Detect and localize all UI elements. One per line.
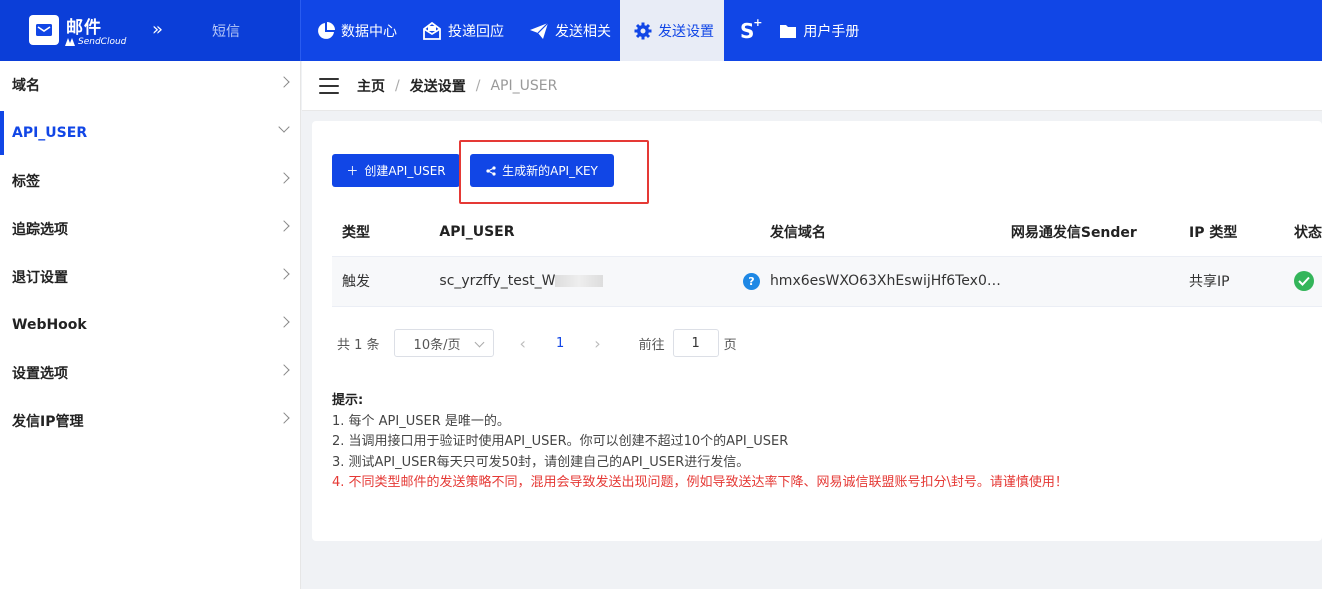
chevron-right-icon: [278, 172, 290, 184]
cell-api-user: sc_yrzffy_test_W: [429, 256, 729, 307]
folder-icon: [780, 24, 797, 38]
tips-title: 提示:: [332, 393, 364, 408]
chevron-right-icon[interactable]: ›: [594, 334, 600, 353]
page-suffix: 页: [723, 337, 737, 353]
breadcrumb-home[interactable]: 主页: [357, 76, 385, 96]
nav-label: 用户手册: [803, 23, 860, 40]
chevron-right-icon: [278, 412, 290, 424]
menu-toggle-icon[interactable]: [319, 77, 339, 94]
nav-s-plus[interactable]: S +: [724, 0, 763, 61]
chevron-right-icon: [278, 364, 290, 376]
chevron-left-icon[interactable]: ‹: [520, 334, 526, 353]
tips-section: 提示: 1. 每个 API_USER 是唯一的。 2. 当调用接口用于验证时使用…: [332, 391, 1068, 494]
sendcloud-mark-icon: [65, 38, 75, 46]
plus-icon: ＋: [346, 164, 359, 178]
check-circle-icon: [1293, 271, 1314, 291]
nav-send-related[interactable]: 发送相关: [513, 0, 620, 61]
breadcrumb-separator: /: [475, 77, 481, 94]
chevron-right-icon: [278, 316, 290, 328]
create-api-user-button[interactable]: ＋ 创建API_USER: [332, 154, 460, 187]
breadcrumb-separator: /: [395, 77, 400, 94]
tip-warning: 4. 不同类型邮件的发送策略不同，混用会导致发送出现问题，例如导致送达率下降、网…: [332, 475, 1068, 490]
sidebar-item-ip-management[interactable]: 发信IP管理: [0, 397, 300, 445]
mail-logo-icon: [29, 15, 59, 45]
api-user-table: 类型 API_USER 发信域名 网易通发信Sender IP 类型 状态 触发…: [332, 208, 1322, 307]
column-header-api-user: API_USER: [429, 208, 729, 257]
sidebar: 域名 API_USER 标签 追踪选项 退订设置 WebHook 设置选项 发信…: [0, 61, 301, 589]
column-header-sender: 网易通发信Sender: [1000, 208, 1180, 257]
column-header-ip-type: IP 类型: [1179, 208, 1284, 257]
top-header: 邮件 SendCloud » 短信 数据中心 投递回应 发送相关 发送设置 S +: [0, 0, 1322, 61]
goto-label: 前往: [638, 337, 665, 353]
share-icon: [486, 165, 496, 176]
cell-ip-type: 共享IP: [1179, 256, 1284, 307]
gear-icon: [634, 22, 652, 39]
breadcrumb: 主页 / 发送设置 / API_USER: [357, 76, 557, 96]
page-size-select[interactable]: 10条/页: [393, 329, 494, 357]
sidebar-item-domain[interactable]: 域名: [0, 61, 300, 109]
cell-type: 触发: [332, 256, 430, 307]
pie-chart-icon: [318, 21, 335, 39]
cell-sender: [1000, 256, 1180, 307]
main-nav: 数据中心 投递回应 发送相关 发送设置 S + 用户手册: [301, 0, 868, 61]
pagination: 共 1 条 10条/页 ‹ 1 › 前往 1 页: [337, 329, 737, 357]
column-header-status: 状态: [1283, 208, 1322, 257]
content-card: ＋ 创建API_USER 生成新的API_KEY 类型 API_USER 发信域…: [312, 121, 1322, 541]
pagination-current-page[interactable]: 1: [556, 336, 564, 351]
sidebar-item-api-user[interactable]: API_USER: [0, 109, 300, 157]
tip-line: 3. 测试API_USER每天只可发50封，请创建自己的API_USER进行发信…: [332, 454, 750, 470]
tip-line: 2. 当调用接口用于验证时使用API_USER。你可以创建不超过10个的API_…: [332, 434, 789, 449]
brand-title: 邮件: [66, 18, 102, 38]
column-header-domain: 发信域名: [759, 208, 1001, 257]
column-header-type: 类型: [332, 208, 430, 257]
sidebar-item-tracking[interactable]: 追踪选项: [0, 205, 300, 253]
breadcrumb-section[interactable]: 发送设置: [410, 76, 466, 96]
cell-status: [1283, 256, 1322, 307]
breadcrumb-bar: 主页 / 发送设置 / API_USER: [302, 61, 1322, 111]
mail-open-icon: [423, 21, 441, 40]
nav-user-manual[interactable]: 用户手册: [763, 0, 868, 61]
table-header-row: 类型 API_USER 发信域名 网易通发信Sender IP 类型 状态: [332, 208, 1322, 257]
redacted-mask: [555, 275, 604, 287]
nav-label: 投递回应: [448, 23, 504, 40]
goto-page-input[interactable]: 1: [672, 329, 719, 357]
sidebar-item-settings[interactable]: 设置选项: [0, 349, 300, 397]
nav-label: 发送设置: [658, 23, 714, 40]
pagination-total: 共 1 条: [337, 337, 380, 353]
paper-plane-icon: [530, 22, 549, 39]
double-chevron-icon[interactable]: »: [152, 19, 163, 40]
nav-label: 发送相关: [555, 23, 611, 40]
s-plus-icon: S +: [740, 15, 763, 43]
sidebar-item-unsubscribe[interactable]: 退订设置: [0, 253, 300, 301]
chevron-right-icon: [278, 220, 290, 232]
chevron-right-icon: [278, 76, 290, 88]
brand-sub: SendCloud: [65, 37, 126, 47]
generate-api-key-button[interactable]: 生成新的API_KEY: [470, 154, 614, 187]
sidebar-item-tags[interactable]: 标签: [0, 157, 300, 205]
nav-label: 数据中心: [341, 23, 397, 40]
sidebar-item-webhook[interactable]: WebHook: [0, 301, 300, 349]
nav-delivery-response[interactable]: 投递回应: [406, 0, 513, 61]
sms-link[interactable]: 短信: [212, 21, 240, 41]
cell-help: ?: [728, 256, 760, 307]
nav-data-center[interactable]: 数据中心: [301, 0, 406, 61]
breadcrumb-current: API_USER: [490, 77, 558, 94]
chevron-down-icon: [278, 121, 290, 133]
nav-send-settings[interactable]: 发送设置: [620, 0, 724, 61]
cell-domain: hmx6esWXO63XhEswijHf6Tex0…: [759, 256, 1001, 307]
table-row[interactable]: 触发 sc_yrzffy_test_W ? hmx6esWXO63XhEswij…: [332, 256, 1322, 307]
question-icon[interactable]: ?: [742, 272, 760, 290]
chevron-right-icon: [278, 268, 290, 280]
tip-line: 1. 每个 API_USER 是唯一的。: [332, 413, 510, 429]
brand-area: 邮件 SendCloud » 短信: [0, 0, 301, 61]
column-header-spacer: [728, 208, 760, 257]
brand-sub-text: SendCloud: [78, 37, 127, 47]
